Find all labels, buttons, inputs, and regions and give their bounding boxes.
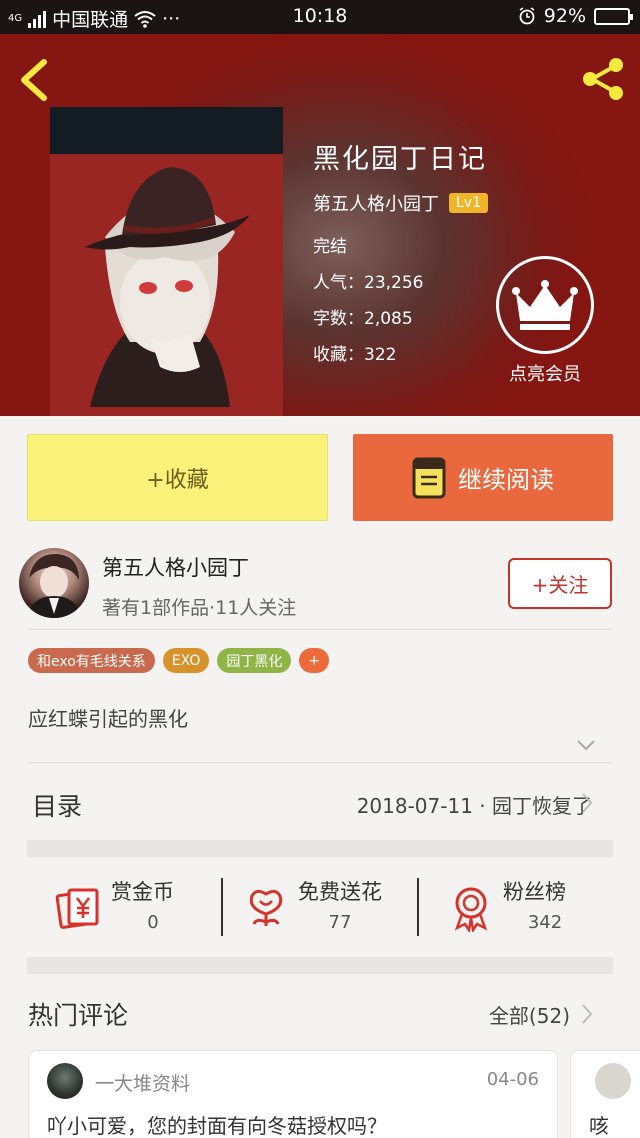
alarm-icon: [519, 7, 535, 25]
book-word-count: 字数：2,085: [313, 309, 413, 329]
comment-card[interactable]: 一大堆资料 04-06 吖小可爱，您的封面有向冬菇授权吗？: [28, 1050, 558, 1138]
add-to-favorites-button[interactable]: +收藏: [27, 434, 328, 521]
book-author[interactable]: 第五人格小园丁: [313, 190, 439, 216]
author-avatar[interactable]: [19, 548, 89, 618]
vip-label: 点亮会员: [509, 364, 581, 385]
book-intro: 应红蝶引起的黑化: [28, 707, 188, 731]
section-separator: [27, 840, 613, 857]
book-icon: [412, 457, 446, 498]
commenter-name[interactable]: 一大堆资料: [95, 1069, 190, 1096]
author-level-badge: Lv1: [449, 193, 488, 213]
comment-date: 04-06: [486, 1069, 539, 1090]
author-name[interactable]: 第五人格小园丁: [102, 552, 249, 582]
section-separator: [27, 957, 613, 974]
divider: [27, 629, 613, 630]
latest-chapter[interactable]: 2018-07-11 · 园丁恢复了: [357, 790, 592, 819]
stat-label: 免费送花: [298, 880, 382, 904]
tag-list: 和exo有毛线关系 EXO 园丁黑化 +: [28, 648, 330, 673]
book-header: 黑化园丁日记 第五人格小园丁 Lv1 完结 人气：23,256 字数：2,085…: [0, 34, 640, 416]
comment-text: 吖小可爱，您的封面有向冬菇授权吗？: [47, 1114, 387, 1138]
continue-reading-button[interactable]: 继续阅读: [353, 434, 613, 521]
stat-value: 77: [328, 912, 352, 933]
comment-text: 咳: [589, 1114, 609, 1138]
book-popularity: 人气：23,256: [313, 273, 424, 293]
back-arrow-icon[interactable]: [14, 58, 54, 102]
book-favorites: 收藏：322: [313, 345, 397, 365]
battery-icon: [594, 7, 633, 25]
stat-value: 0: [147, 912, 159, 933]
stats-divider: [417, 878, 419, 936]
all-comments-link[interactable]: 全部(52): [489, 1000, 570, 1029]
hot-comments-title: 热门评论: [28, 1001, 129, 1030]
red-envelope-icon: [55, 888, 99, 929]
status-bar: 4G 中国联通 ··· 10:18 92%: [0, 0, 640, 34]
medal-icon: [454, 887, 488, 932]
flower-icon: [249, 889, 283, 926]
tag-item[interactable]: 和exo有毛线关系: [28, 648, 155, 673]
stat-label: 赏金币: [111, 880, 174, 904]
chevron-right-icon[interactable]: [580, 1003, 594, 1025]
crown-icon: [512, 280, 578, 330]
avatar-illustration: [27, 553, 81, 618]
commenter-avatar[interactable]: [595, 1063, 631, 1099]
stats-divider: [221, 878, 223, 936]
tag-item[interactable]: EXO: [162, 648, 210, 673]
chevron-down-icon[interactable]: [576, 738, 596, 752]
vip-button[interactable]: 点亮会员: [494, 256, 596, 386]
commenter-avatar[interactable]: [47, 1063, 83, 1099]
comment-card[interactable]: 咳: [570, 1050, 640, 1138]
cover-illustration: [85, 167, 250, 407]
continue-reading-label: 继续阅读: [458, 466, 554, 494]
add-tag-button[interactable]: +: [299, 648, 330, 673]
author-stats: 著有1部作品·11人关注: [102, 597, 297, 619]
divider: [27, 762, 613, 763]
support-stats: 赏金币 0 免费送花 77 粉丝榜 342: [27, 870, 613, 944]
share-icon[interactable]: [578, 54, 628, 104]
book-title: 黑化园丁日记: [313, 144, 487, 175]
stat-value: 342: [527, 912, 563, 933]
stat-label: 粉丝榜: [503, 880, 566, 904]
book-cover[interactable]: [50, 107, 283, 416]
book-author-row[interactable]: 第五人格小园丁 Lv1: [313, 190, 488, 216]
book-status: 完结: [313, 237, 347, 257]
vip-circle: [496, 256, 594, 354]
follow-button[interactable]: +关注: [508, 558, 612, 609]
battery-percent: 92%: [543, 5, 586, 27]
tag-item[interactable]: 园丁黑化: [217, 648, 292, 673]
chevron-right-icon[interactable]: [580, 792, 594, 814]
table-of-contents-label[interactable]: 目录: [32, 787, 82, 823]
